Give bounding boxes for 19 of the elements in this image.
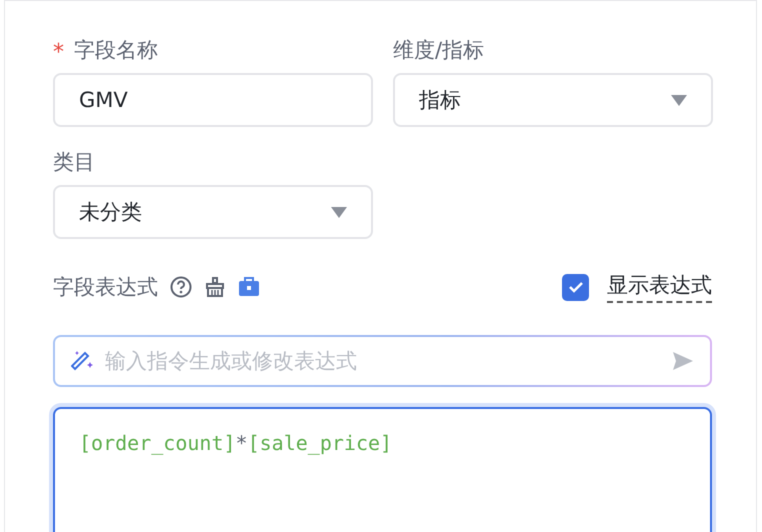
required-asterisk: * [53,39,64,64]
field-label: 维度/指标 [393,37,484,64]
select-dropdown[interactable]: 指标 [393,73,713,127]
text-input[interactable]: GMV [53,73,373,127]
magic-wand-icon [71,349,95,373]
help-icon[interactable] [170,276,192,298]
caret-icon [671,94,687,106]
checkbox[interactable] [562,274,589,300]
checkmark-icon [568,281,584,293]
prompt-field[interactable]: 输入指令生成或修改表达式 [53,335,712,387]
field-label: 字段名称 [74,37,158,64]
select-dropdown[interactable]: 未分类 [53,185,373,239]
prompt-input[interactable]: 输入指令生成或修改表达式 [103,348,664,374]
field-label: 字段表达式 [53,274,158,301]
caret-icon [331,206,347,218]
field-label: 类目 [53,149,95,176]
broom-icon[interactable] [204,276,226,298]
toolbox-icon[interactable] [238,277,260,297]
checkbox-label[interactable]: 显示表达式 [607,271,712,303]
